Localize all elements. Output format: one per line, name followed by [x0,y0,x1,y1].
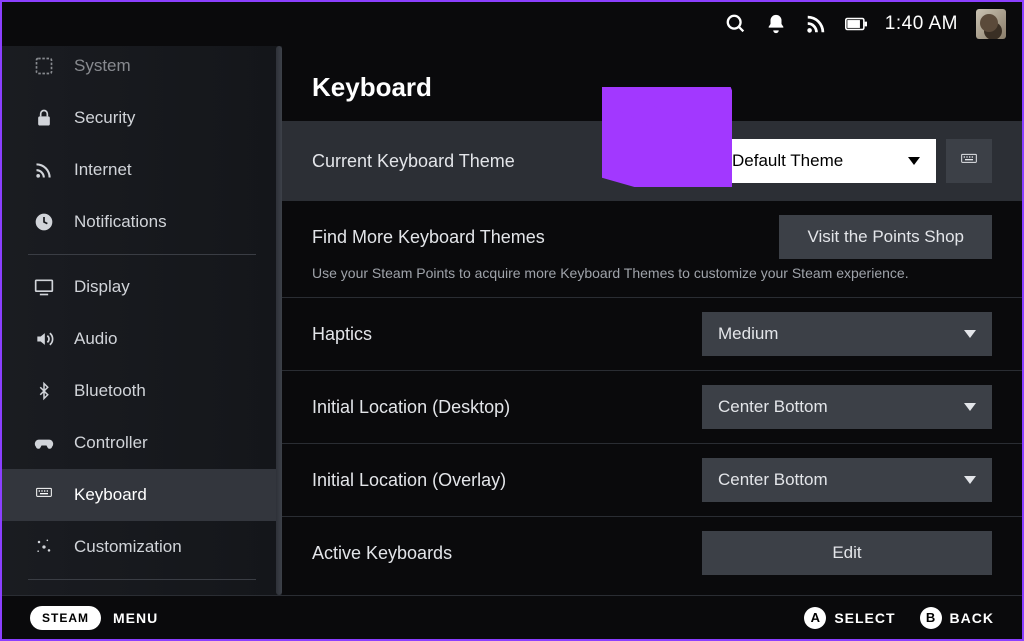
sidebar-separator [28,579,256,580]
a-button-icon: A [804,607,826,629]
find-more-desc: Use your Steam Points to acquire more Ke… [282,265,1022,298]
notifications-icon[interactable] [765,13,787,35]
rss-icon[interactable] [805,13,827,35]
find-more-label: Find More Keyboard Themes [312,227,545,248]
b-button-icon: B [920,607,942,629]
hint-back: B BACK [920,607,994,629]
edit-keyboards-button[interactable]: Edit [702,531,992,575]
location-overlay-row: Initial Location (Overlay) Center Bottom [282,444,1022,517]
controller-icon [32,431,56,455]
location-overlay-dropdown[interactable]: Center Bottom [702,458,992,502]
sidebar-item-customization[interactable]: Customization [2,521,282,573]
sidebar-item-security[interactable]: Security [2,92,282,144]
sidebar-item-label: Audio [74,329,117,349]
display-icon [32,275,56,299]
sidebar-item-audio[interactable]: Audio [2,313,282,365]
hint-back-label: BACK [950,610,994,626]
hint-select-label: SELECT [834,610,895,626]
theme-dropdown[interactable]: Default Theme [716,139,936,183]
chevron-down-icon [964,476,976,484]
haptics-value: Medium [718,324,778,344]
sidebar-item-label: Security [74,108,135,128]
find-more-row: Find More Keyboard Themes Visit the Poin… [282,201,1022,265]
keyboard-icon [32,483,56,507]
sidebar-item-controller[interactable]: Controller [2,417,282,469]
sidebar-item-label: System [74,56,131,76]
sidebar-item-display[interactable]: Display [2,261,282,313]
footer-right: A SELECT B BACK [804,607,994,629]
sidebar-item-bluetooth[interactable]: Bluetooth [2,365,282,417]
theme-dropdown-value: Default Theme [732,151,843,171]
chevron-down-icon [964,403,976,411]
menu-label: MENU [113,610,158,626]
sidebar-separator [28,254,256,255]
sidebar-item-label: Controller [74,433,148,453]
sidebar-item-internet[interactable]: Internet [2,144,282,196]
location-overlay-value: Center Bottom [718,470,828,490]
location-overlay-label: Initial Location (Overlay) [312,470,506,491]
hint-select: A SELECT [804,607,895,629]
haptics-row: Haptics Medium [282,298,1022,371]
current-theme-label: Current Keyboard Theme [312,151,515,172]
location-desktop-row: Initial Location (Desktop) Center Bottom [282,371,1022,444]
sidebar-item-label: Internet [74,160,132,180]
location-desktop-dropdown[interactable]: Center Bottom [702,385,992,429]
search-icon[interactable] [725,13,747,35]
clock: 1:40 AM [885,13,958,35]
location-desktop-value: Center Bottom [718,397,828,417]
system-icon [32,54,56,78]
page-title: Keyboard [282,46,1022,121]
current-theme-row: Current Keyboard Theme Default Theme [282,121,1022,201]
top-status-bar: 1:40 AM [2,2,1022,46]
wifi-icon [32,158,56,182]
avatar[interactable] [976,9,1006,39]
points-shop-button[interactable]: Visit the Points Shop [779,215,992,259]
sidebar-item-system[interactable]: System [2,50,282,92]
location-desktop-label: Initial Location (Desktop) [312,397,510,418]
sparkle-icon [32,535,56,559]
settings-sidebar: System Security Internet Notifications D… [2,46,282,595]
chevron-down-icon [908,157,920,165]
sidebar-item-notifications[interactable]: Notifications [2,196,282,248]
sidebar-item-label: Customization [74,537,182,557]
sidebar-item-label: Notifications [74,212,167,232]
show-keyboard-button[interactable] [946,139,992,183]
sidebar-item-keyboard[interactable]: Keyboard [2,469,282,521]
lock-icon [32,106,56,130]
sidebar-item-label: Display [74,277,130,297]
sidebar-item-label: Keyboard [74,485,147,505]
bluetooth-icon [32,379,56,403]
haptics-label: Haptics [312,324,372,345]
steam-button[interactable]: STEAM [30,606,101,630]
sidebar-item-label: Bluetooth [74,381,146,401]
bell-solid-icon [32,210,56,234]
battery-icon [845,13,867,35]
audio-icon [32,327,56,351]
footer-bar: STEAM MENU A SELECT B BACK [2,595,1022,639]
chevron-down-icon [964,330,976,338]
footer-left: STEAM MENU [30,606,158,630]
active-keyboards-label: Active Keyboards [312,543,452,564]
haptics-dropdown[interactable]: Medium [702,312,992,356]
active-keyboards-row: Active Keyboards Edit [282,517,1022,589]
settings-main: Keyboard Current Keyboard Theme Default … [282,46,1022,595]
